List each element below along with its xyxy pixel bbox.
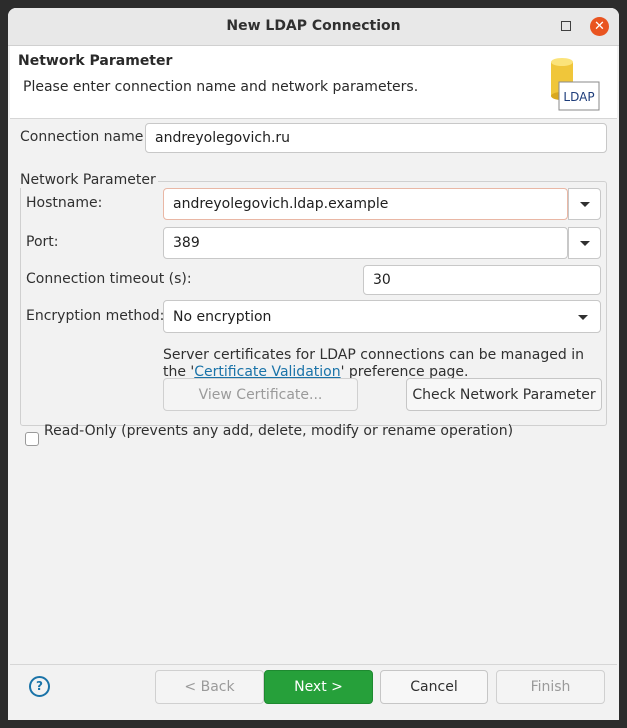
footer-divider [10, 664, 617, 665]
chevron-down-icon [579, 240, 590, 246]
encryption-label: Encryption method: [26, 308, 165, 324]
connection-name-label: Connection name: [20, 129, 149, 145]
title-bar[interactable]: New LDAP Connection ✕ [8, 8, 619, 46]
page-description: Please enter connection name and network… [23, 79, 419, 95]
dialog-window: New LDAP Connection ✕ Network Parameter … [8, 8, 619, 720]
connection-name-input[interactable]: andreyolegovich.ru [145, 123, 607, 153]
chevron-down-icon [579, 201, 590, 207]
read-only-checkbox[interactable] [25, 432, 39, 446]
maximize-icon[interactable] [561, 21, 571, 31]
page-title: Network Parameter [18, 53, 173, 69]
hostname-input[interactable]: andreyolegovich.ldap.example [163, 188, 568, 220]
next-button[interactable]: Next > [264, 670, 373, 704]
svg-text:LDAP: LDAP [563, 90, 594, 104]
port-input[interactable]: 389 [163, 227, 568, 259]
timeout-input[interactable]: 30 [363, 265, 601, 295]
network-parameter-group-title: Network Parameter [18, 172, 158, 188]
chevron-down-icon [578, 315, 588, 320]
view-certificate-button[interactable]: View Certificate... [163, 378, 358, 411]
timeout-label: Connection timeout (s): [26, 271, 192, 287]
port-label: Port: [26, 234, 59, 250]
cancel-button[interactable]: Cancel [380, 670, 488, 704]
read-only-label: Read-Only (prevents any add, delete, mod… [44, 423, 514, 439]
hostname-label: Hostname: [26, 195, 103, 211]
port-dropdown-button[interactable] [568, 227, 601, 259]
check-network-parameter-button[interactable]: Check Network Parameter [406, 378, 602, 411]
ldap-database-icon: LDAP [551, 58, 600, 111]
finish-button[interactable]: Finish [496, 670, 605, 704]
wizard-header: Network Parameter Please enter connectio… [10, 46, 617, 119]
encryption-select[interactable]: No encryption [163, 300, 601, 333]
encryption-selected-value: No encryption [173, 308, 272, 325]
window-title: New LDAP Connection [226, 18, 401, 34]
close-icon[interactable]: ✕ [590, 17, 609, 36]
help-icon[interactable]: ? [29, 676, 50, 697]
back-button[interactable]: < Back [155, 670, 264, 704]
certificate-note: Server certificates for LDAP connections… [163, 347, 603, 381]
hostname-dropdown-button[interactable] [568, 188, 601, 220]
